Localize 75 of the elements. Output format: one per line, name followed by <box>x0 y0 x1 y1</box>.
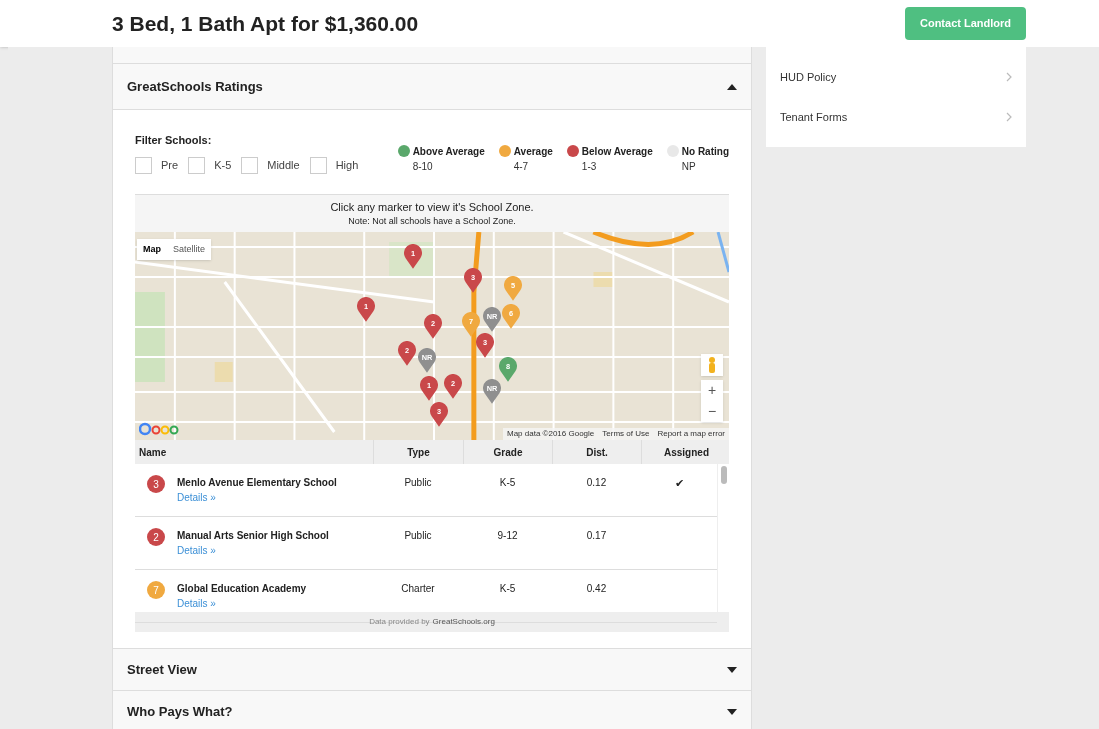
school-type: Public <box>403 529 433 543</box>
assigned-checkmark: ✔ <box>674 476 684 491</box>
school-type: Charter <box>400 582 436 596</box>
details-link[interactable]: Details » <box>177 490 216 505</box>
school-distance: 0.17 <box>585 529 608 543</box>
filter-label-text: K-5 <box>214 157 232 173</box>
terms-link[interactable]: Terms of Use <box>602 428 650 440</box>
details-link[interactable]: Details » <box>177 543 216 558</box>
filter-label-text: High <box>335 157 359 173</box>
school-marker[interactable]: NR <box>418 348 436 373</box>
legend-label: No Rating <box>681 145 729 159</box>
school-name: Manual Arts Senior High School <box>177 529 329 543</box>
report-link[interactable]: Report a map error <box>657 428 725 440</box>
school-grade: K-5 <box>498 476 517 490</box>
school-marker[interactable]: NR <box>483 379 501 404</box>
pegman-icon[interactable] <box>701 354 723 376</box>
school-grade: K-5 <box>498 582 517 596</box>
greatschools-link[interactable]: GreatSchools.org <box>432 616 495 628</box>
sidebar-link[interactable]: Tenant Forms <box>766 97 1026 137</box>
map-type-tab[interactable]: Satellite <box>167 239 212 260</box>
legend-label: Above Average <box>412 145 485 159</box>
filter-checkbox[interactable] <box>188 156 206 174</box>
school-type: Public <box>403 476 433 490</box>
chevron-right-icon <box>1006 112 1012 122</box>
legend-range: 1-3 <box>581 160 598 174</box>
school-marker[interactable]: 3 <box>430 402 448 427</box>
map-note: Note: Not all schools have a School Zone. <box>348 215 516 228</box>
school-name: Menlo Avenue Elementary School <box>177 476 337 490</box>
filter-label-text: Pre <box>161 157 179 173</box>
column-header: Name <box>138 445 168 460</box>
filter-checkbox[interactable] <box>309 156 327 174</box>
listing-title: 3 Bed, 1 Bath Apt for $1,360.00 <box>112 10 419 37</box>
school-marker[interactable]: 1 <box>420 376 438 401</box>
section-header[interactable]: Street View <box>113 648 751 690</box>
legend-label: Below Average <box>581 145 653 159</box>
column-header: Dist. <box>552 440 641 464</box>
school-marker[interactable]: 1 <box>404 244 422 269</box>
column-header: Grade <box>463 440 552 464</box>
map-instruction: Click any marker to view it's School Zone. <box>330 199 534 215</box>
rating-badge: 7 <box>147 581 165 599</box>
sidebar-link[interactable]: HUD Policy <box>766 57 1026 97</box>
rating-badge: 2 <box>147 528 165 546</box>
map-type-tab[interactable]: Map <box>137 239 167 260</box>
legend-range: NP <box>681 160 697 174</box>
details-link[interactable]: Details » <box>177 596 216 611</box>
map-attribution: Map data ©2016 Google <box>507 428 595 440</box>
chevron-right-icon <box>1006 72 1012 82</box>
filter-checkbox[interactable] <box>241 156 259 174</box>
school-marker[interactable]: 2 <box>398 341 416 366</box>
school-name: Global Education Academy <box>177 582 307 596</box>
zoom-out-button[interactable]: − <box>701 401 723 422</box>
section-header[interactable]: GreatSchools Ratings <box>113 64 751 110</box>
school-marker[interactable]: 3 <box>476 333 494 358</box>
section-header[interactable]: Who Pays What? <box>113 690 751 729</box>
filter-label: Filter Schools: <box>135 133 213 148</box>
school-grade: 9-12 <box>496 529 519 543</box>
school-marker[interactable]: 3 <box>464 268 482 293</box>
legend-range: 8-10 <box>412 160 434 174</box>
school-marker[interactable]: 1 <box>357 297 375 322</box>
scrollbar-thumb[interactable] <box>720 466 727 484</box>
school-distance: 0.42 <box>585 582 608 596</box>
legend-range: 4-7 <box>513 160 530 174</box>
data-credit: Data provided by <box>369 616 430 628</box>
school-marker[interactable]: 8 <box>499 357 517 382</box>
school-distance: 0.12 <box>585 476 608 490</box>
school-marker[interactable]: 2 <box>424 314 442 339</box>
zoom-in-button[interactable]: + <box>701 380 723 401</box>
school-marker[interactable]: NR <box>483 307 501 332</box>
rating-badge: 3 <box>147 475 165 493</box>
legend-label: Average <box>513 145 553 159</box>
column-header: Assigned <box>641 440 731 464</box>
column-header: Type <box>373 440 463 464</box>
filter-label-text: Middle <box>267 157 300 173</box>
filter-checkbox[interactable] <box>135 156 152 174</box>
school-marker[interactable]: 2 <box>444 374 462 399</box>
